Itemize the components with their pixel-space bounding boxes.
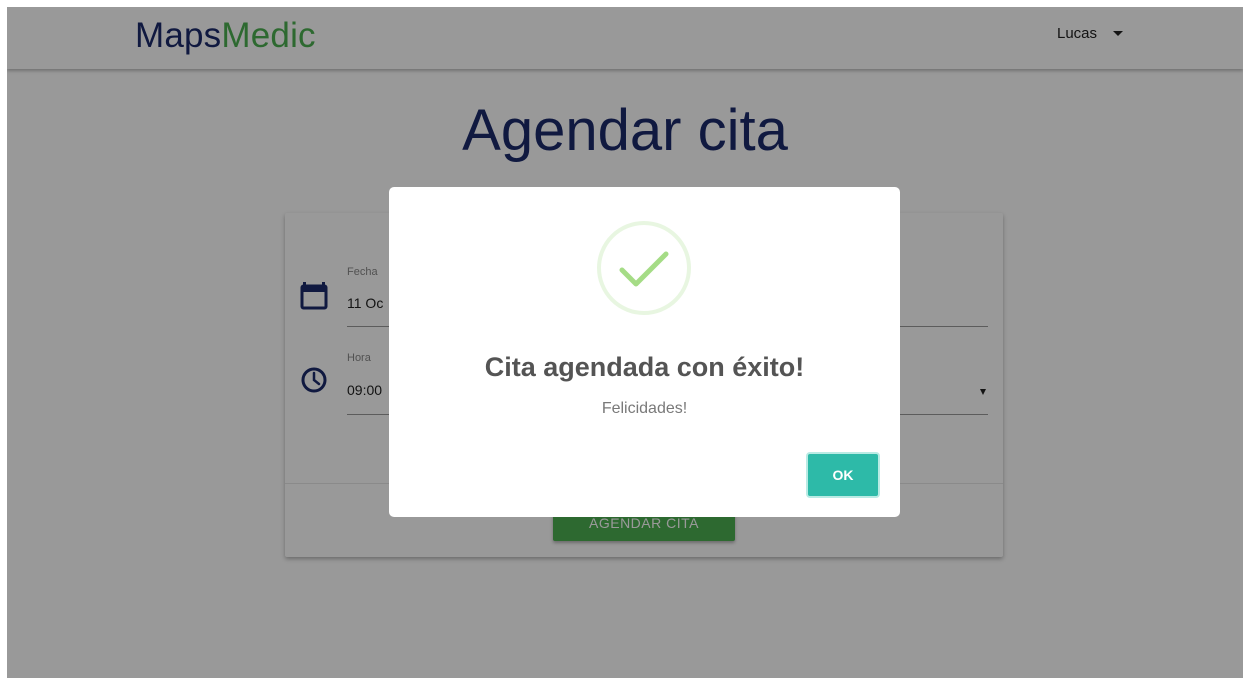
success-icon-ring <box>597 221 691 315</box>
modal-title: Cita agendada con éxito! <box>484 352 805 382</box>
modal-text: Felicidades! <box>601 400 688 417</box>
page: MapsMedic Lucas Agendar cita Fecha 11 Oc <box>7 7 1243 678</box>
success-modal: Cita agendada con éxito! Felicidades! OK <box>389 187 900 517</box>
ok-button[interactable]: OK <box>806 452 880 498</box>
check-icon <box>619 251 669 287</box>
